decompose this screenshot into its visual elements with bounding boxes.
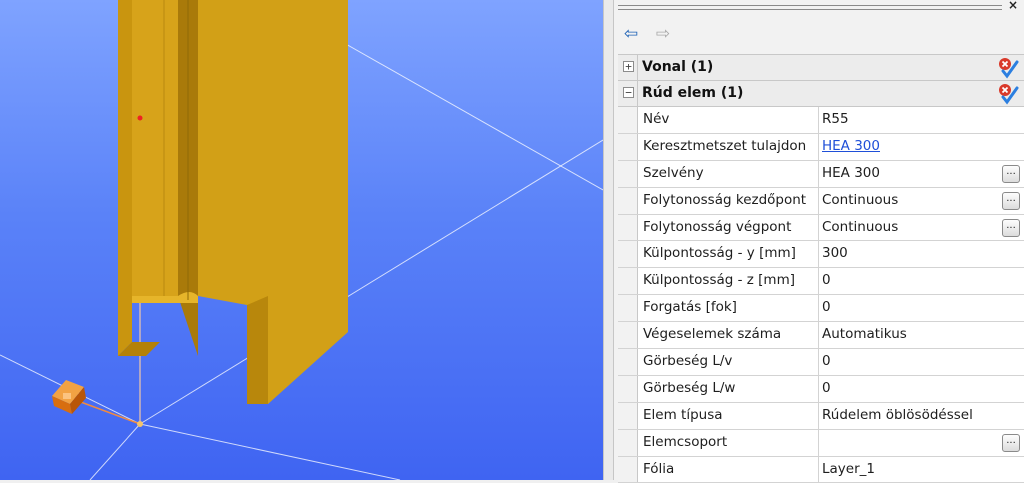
property-value[interactable]: 0 — [822, 349, 998, 375]
status-ok-icon[interactable] — [996, 82, 1020, 106]
property-value[interactable]: 0 — [822, 268, 998, 294]
grip-rule — [618, 5, 1002, 10]
property-row-keresztmetszet[interactable]: Keresztmetszet tulajdon HEA 300 — [618, 133, 1024, 161]
panel-title-bar: × — [614, 0, 1024, 14]
property-row-folia[interactable]: Fólia Layer_1 — [618, 456, 1024, 483]
ellipsis-button[interactable]: ... — [1002, 164, 1020, 183]
property-row-folytonossag-kezdopont[interactable]: Folytonosság kezdőpont Continuous ... — [618, 187, 1024, 215]
property-name: Görbeség L/v — [643, 353, 733, 370]
property-name: Külpontosság - y [mm] — [643, 245, 796, 262]
panel-splitter[interactable] — [603, 0, 614, 480]
property-value[interactable]: Layer_1 — [822, 457, 998, 483]
property-row-kulpontossag-y[interactable]: Külpontosság - y [mm] 300 — [618, 241, 1024, 269]
ellipsis-button[interactable]: ... — [1002, 191, 1020, 210]
ellipsis-button[interactable]: ... — [1002, 433, 1020, 452]
property-value[interactable]: Continuous — [822, 188, 998, 214]
property-value[interactable]: 0 — [822, 295, 998, 321]
property-grid: + Vonal (1) − Rúd elem (1) Név R55 Keres… — [618, 54, 1024, 483]
property-name: Elem típusa — [643, 406, 723, 423]
property-row-gorbeseg-lv[interactable]: Görbeség L/v 0 — [618, 349, 1024, 376]
arrow-right-icon[interactable]: ⇨ — [652, 24, 674, 44]
property-name: Forgatás [fok] — [643, 299, 737, 316]
property-name: Keresztmetszet tulajdon — [643, 137, 807, 154]
property-name: Név — [643, 111, 670, 127]
property-name: Folytonosság kezdőpont — [643, 191, 807, 208]
property-name: Végeselemek száma — [643, 326, 782, 343]
beam-hea300[interactable] — [118, 0, 348, 404]
property-value[interactable] — [822, 430, 998, 456]
property-value[interactable]: Continuous — [822, 215, 998, 241]
property-row-vegeselemek-szama[interactable]: Végeselemek száma Automatikus — [618, 322, 1024, 350]
property-name: Külpontosság - z [mm] — [643, 272, 796, 289]
property-row-gorbeseg-lw[interactable]: Görbeség L/w 0 — [618, 375, 1024, 403]
property-name: Görbeség L/w — [643, 379, 736, 396]
property-value[interactable]: 0 — [822, 376, 998, 402]
cross-section-link[interactable]: HEA 300 — [822, 134, 998, 160]
property-value[interactable]: Automatikus — [822, 322, 998, 348]
property-row-elem-tipusa[interactable]: Elem típusa Rúdelem öblösödéssel — [618, 402, 1024, 430]
property-value[interactable]: R55 — [822, 107, 998, 133]
status-ok-icon[interactable] — [996, 56, 1020, 80]
property-value[interactable]: 300 — [822, 241, 998, 267]
model-scene[interactable] — [0, 0, 603, 480]
property-row-folytonossag-vegpont[interactable]: Folytonosság végpont Continuous ... — [618, 214, 1024, 242]
property-row-elemcsoport[interactable]: Elemcsoport ... — [618, 429, 1024, 457]
ellipsis-button[interactable]: ... — [1002, 218, 1020, 237]
group-title: Vonal (1) — [642, 59, 714, 75]
property-row-forgatas[interactable]: Forgatás [fok] 0 — [618, 295, 1024, 323]
close-icon[interactable]: × — [1008, 0, 1018, 12]
beam-base-node[interactable] — [137, 421, 143, 427]
expand-icon[interactable]: + — [623, 61, 634, 72]
property-row-szelveny[interactable]: Szelvény HEA 300 ... — [618, 160, 1024, 188]
property-row-nev[interactable]: Név R55 — [618, 107, 1024, 134]
property-name: Elemcsoport — [643, 433, 728, 450]
support-block[interactable] — [52, 380, 86, 414]
3d-viewport[interactable] — [0, 0, 603, 480]
properties-panel: × ⇦ ⇨ + Vonal (1) − Rúd elem (1) Név R55… — [614, 0, 1024, 483]
group-vonal[interactable]: + Vonal (1) — [618, 55, 1024, 81]
collapse-icon[interactable]: − — [623, 87, 634, 98]
property-row-kulpontossag-z[interactable]: Külpontosság - z [mm] 0 — [618, 268, 1024, 296]
group-rud-elem[interactable]: − Rúd elem (1) — [618, 81, 1024, 107]
property-name: Folytonosság végpont — [643, 218, 792, 235]
property-value[interactable]: HEA 300 — [822, 161, 998, 187]
beam-midpoint-marker — [137, 115, 143, 121]
property-value[interactable]: Rúdelem öblösödéssel — [822, 403, 998, 429]
property-name: Fólia — [643, 460, 675, 477]
group-title: Rúd elem (1) — [642, 85, 744, 101]
arrow-left-icon[interactable]: ⇦ — [620, 24, 642, 44]
property-name: Szelvény — [643, 164, 704, 181]
navigation-bar: ⇦ ⇨ — [614, 20, 1024, 48]
